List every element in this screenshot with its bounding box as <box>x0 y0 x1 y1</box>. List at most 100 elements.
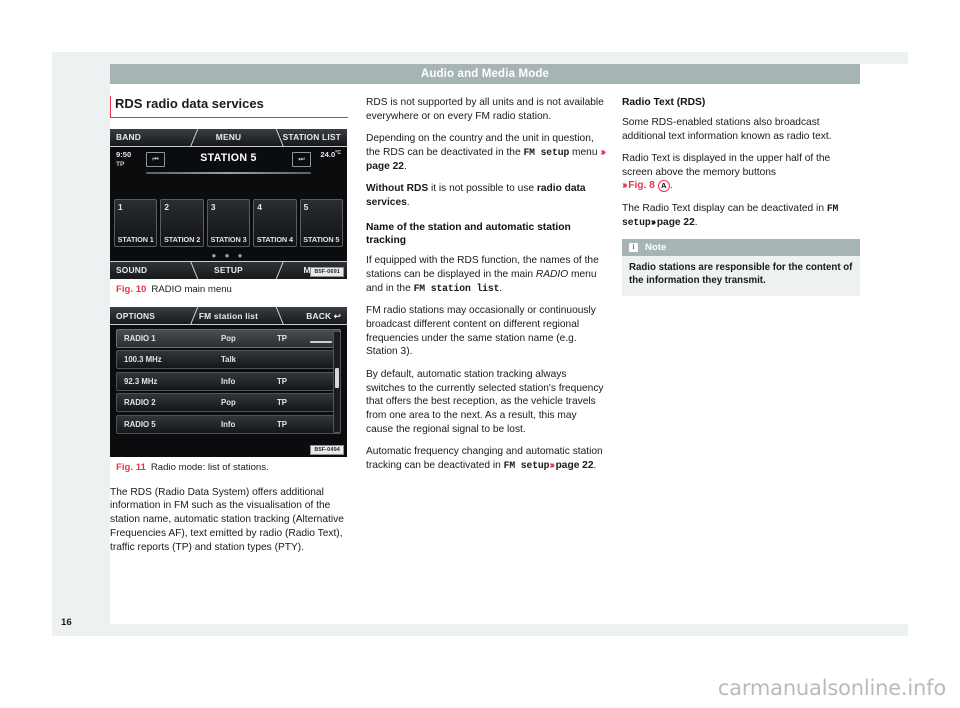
paragraph-rds-support: RDS is not supported by all units and is… <box>366 97 604 122</box>
fm-setup-code: FM setup <box>503 460 550 472</box>
preset-label: STATION 1 <box>117 234 154 244</box>
station-genre: Pop <box>221 334 236 344</box>
preset-number: 3 <box>210 201 216 212</box>
station-list: RADIO 1 Pop TP 100.3 MHz Talk 92.3 MHz I… <box>116 329 341 435</box>
list-item[interactable]: 92.3 MHz Info TP <box>116 371 341 391</box>
preset-label: STATION 5 <box>303 234 340 244</box>
reference-arrows-icon: ››› <box>650 216 657 228</box>
column-middle: RDS is not supported by all units and is… <box>366 96 606 473</box>
station-name: 100.3 MHz <box>124 355 162 365</box>
station-list-screen: OPTIONS FM station list BACK ↩ RADIO 1 P… <box>110 307 347 458</box>
heading-radio-text: Radio Text (RDS) <box>622 97 706 108</box>
preset-number: 1 <box>118 201 123 212</box>
reference-arrows-icon: ››› <box>549 460 555 472</box>
paragraph-station-names: If equipped with the RDS function, the n… <box>366 255 599 294</box>
note-box: i Note Radio stations are responsible fo… <box>622 239 860 297</box>
figure-10-caption: Fig. 10 RADIO main menu <box>110 279 348 304</box>
station-genre: Talk <box>221 355 237 365</box>
figure-11-caption: Fig. 11 Radio mode: list of stations. <box>110 457 348 482</box>
preset-button-2[interactable]: 2 STATION 2 <box>160 198 204 247</box>
preset-button-5[interactable]: 5 STATION 5 <box>299 198 344 247</box>
station-tp-flag: TP <box>277 398 287 408</box>
setup-button[interactable]: SETUP <box>190 265 267 275</box>
figure-caption-text: RADIO main menu <box>151 283 232 295</box>
paragraph-rds-intro: The RDS (Radio Data System) offers addit… <box>110 486 344 553</box>
list-item[interactable]: RADIO 2 Pop TP <box>116 393 341 413</box>
preset-label: STATION 2 <box>164 234 201 244</box>
preset-label: STATION 3 <box>210 234 247 244</box>
running-header-title: Audio and Media Mode <box>420 68 550 80</box>
preset-buttons: 1 STATION 1 2 STATION 2 3 STATION 3 4 ST… <box>114 198 344 247</box>
station-tp-flag: TP <box>277 419 287 429</box>
page-reference: page 22 <box>656 216 695 228</box>
radio-menu-name: RADIO <box>535 268 569 280</box>
preset-label: STATION 4 <box>256 234 293 244</box>
station-tp-flag: TP <box>277 334 287 344</box>
back-arrow-icon: ↩ <box>333 310 341 321</box>
preset-button-3[interactable]: 3 STATION 3 <box>206 198 251 247</box>
scrollbar-thumb[interactable] <box>335 368 339 389</box>
scrollbar[interactable] <box>333 331 341 434</box>
station-tp-flag: TP <box>277 376 287 386</box>
paragraph-rds-deactivate: Depending on the country and the unit in… <box>366 133 606 172</box>
column-left: RDS radio data services BAND MENU STATIO… <box>110 96 348 555</box>
paragraph-radio-text-intro: Some RDS-enabled stations also broadcast… <box>622 116 832 142</box>
fm-station-list-code: FM station list <box>413 282 500 294</box>
heading-station-tracking: Name of the station and automatic statio… <box>366 221 571 247</box>
paragraph-deactivate-tracking: Automatic frequency changing and automat… <box>366 446 603 472</box>
preset-number: 2 <box>164 201 170 212</box>
signal-strength-bar <box>310 341 332 344</box>
list-item[interactable]: RADIO 5 Info TP <box>116 414 341 434</box>
station-name: RADIO 2 <box>124 398 156 408</box>
note-header: i Note <box>622 239 860 257</box>
page-reference: page 22 <box>555 460 594 472</box>
figure-caption-text: Radio mode: list of stations. <box>150 462 269 474</box>
page-dots-indicator: ● ● ● <box>211 250 246 260</box>
skip-next-icon[interactable]: ⏭ <box>292 151 311 167</box>
station-name: 92.3 MHz <box>124 376 158 386</box>
figure-number: Fig. 10 <box>116 283 147 295</box>
station-name: RADIO 5 <box>124 419 156 429</box>
page-reference: page 22 <box>366 160 404 172</box>
figure-10: BAND MENU STATION LIST 9:50 TP 24.0°C ST… <box>110 128 348 304</box>
screen-top-bar: BAND MENU STATION LIST <box>110 128 347 147</box>
station-underline <box>146 171 311 174</box>
note-body: Radio stations are responsible for the c… <box>622 256 860 297</box>
info-icon: i <box>629 243 638 253</box>
paragraph-radio-text-deactivate: The Radio Text display can be deactivate… <box>622 202 839 228</box>
reference-arrows-icon: ››› <box>622 180 628 192</box>
station-genre: Pop <box>221 398 236 408</box>
column-right: Radio Text (RDS) Some RDS-enabled statio… <box>622 96 860 297</box>
paragraph-tracking-default: By default, automatic station tracking a… <box>366 368 604 435</box>
figure-number: Fig. 11 <box>116 462 146 474</box>
station-name: RADIO 1 <box>124 334 156 344</box>
paragraph-regional-frequencies: FM radio stations may occasionally or co… <box>366 305 596 358</box>
skip-previous-icon[interactable]: ⏮ <box>146 151 165 167</box>
station-list-top-bar: OPTIONS FM station list BACK ↩ <box>110 307 347 326</box>
fm-setup-code: FM setup <box>523 146 570 158</box>
menu-button[interactable]: MENU <box>190 132 267 142</box>
screen-info-area: 9:50 TP 24.0°C STATION 5 ⏮ ⏭ <box>110 146 347 186</box>
figure-reference: Fig. 8 <box>628 180 655 192</box>
running-header: Audio and Media Mode <box>110 64 860 84</box>
callout-badge-a: A <box>657 179 670 192</box>
preset-button-4[interactable]: 4 STATION 4 <box>253 198 297 247</box>
station-genre: Info <box>221 376 236 386</box>
list-item[interactable]: 100.3 MHz Talk <box>116 350 341 370</box>
radio-main-menu-screen: BAND MENU STATION LIST 9:50 TP 24.0°C ST… <box>110 128 347 279</box>
figure-11: OPTIONS FM station list BACK ↩ RADIO 1 P… <box>110 307 348 482</box>
note-title: Note <box>645 242 667 254</box>
paragraph-radio-text-location: Radio Text is displayed in the upper hal… <box>622 152 831 192</box>
page-title: RDS radio data services <box>110 96 348 118</box>
figure-id-label: B5F-0691 <box>310 266 344 277</box>
site-watermark: carmanualsonline.info <box>717 676 946 700</box>
preset-number: 4 <box>257 201 262 212</box>
page-number: 16 <box>61 617 72 628</box>
paragraph-without-rds: Without RDS it is not possible to use ra… <box>366 183 586 208</box>
preset-number: 5 <box>303 201 309 212</box>
preset-button-1[interactable]: 1 STATION 1 <box>114 198 158 247</box>
list-item[interactable]: RADIO 1 Pop TP <box>116 329 341 349</box>
fm-station-list-title: FM station list <box>198 310 259 321</box>
reference-arrows-icon: ››› <box>600 146 606 158</box>
station-genre: Info <box>221 419 236 429</box>
